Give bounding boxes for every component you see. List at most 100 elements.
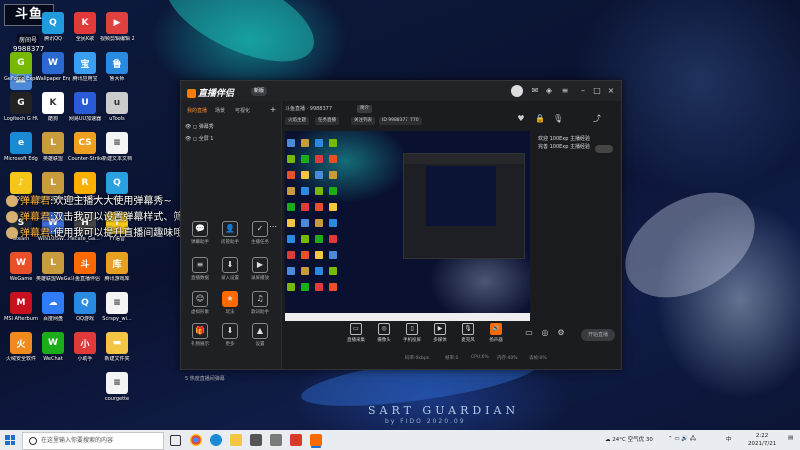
- chat-collapse-toggle[interactable]: [595, 145, 613, 153]
- tool-label: 设置: [255, 342, 265, 347]
- explorer-icon[interactable]: [230, 434, 242, 446]
- close-icon[interactable]: ×: [607, 87, 615, 95]
- toolbox-item[interactable]: ☺ 虚拟形象: [187, 291, 213, 315]
- tool-icon: ⬇: [222, 257, 238, 273]
- desktop-icon[interactable]: ▶ 视频剪辑编辑 20210707...: [100, 12, 134, 42]
- desktop-icon[interactable]: W Wallpaper Engine: [36, 52, 70, 82]
- window-titlebar[interactable]: 直播伴侣 新版 ✉ ◈ ≡ – □ ×: [181, 81, 621, 101]
- store-icon[interactable]: [250, 434, 262, 446]
- desktop-icon[interactable]: e Microsoft Edge: [4, 132, 38, 162]
- toolbox-item[interactable]: ▶ 录屏播放: [247, 257, 273, 281]
- task-view-icon[interactable]: [170, 435, 181, 446]
- taskbar-clock[interactable]: 2:22 2021/7/21: [748, 432, 776, 448]
- desktop-icon[interactable]: 鲁鲁大师: [100, 52, 134, 82]
- desktop-icon[interactable]: u uTools: [100, 92, 134, 122]
- desktop-icon[interactable]: Q QQ游戏: [68, 292, 102, 322]
- desktop-icon[interactable]: ▬ 新建文件夹: [100, 332, 134, 362]
- app-icon[interactable]: [270, 434, 282, 446]
- source-tool-button[interactable]: 🎙 麦克风: [453, 323, 483, 343]
- add-icon[interactable]: +: [269, 106, 277, 114]
- douyu-taskbar-icon[interactable]: [310, 434, 322, 446]
- desktop-icon[interactable]: CS Counter-Strike Global Off...: [68, 132, 102, 162]
- tool-icon: ▶: [252, 257, 268, 273]
- ime-indicator[interactable]: 中: [726, 435, 732, 443]
- toolbox-item[interactable]: ⬇ 更多: [217, 323, 243, 347]
- desktop-icon[interactable]: Q 腾讯QQ: [36, 12, 70, 42]
- version-badge[interactable]: 新版: [251, 87, 268, 96]
- header-chip[interactable]: 任务直播: [315, 117, 339, 125]
- desktop-icon[interactable]: G GeForce Experience: [4, 52, 38, 82]
- lock-icon[interactable]: 🔒: [535, 115, 545, 123]
- room-tool-icon[interactable]: ♥: [517, 115, 525, 123]
- live-preview[interactable]: [285, 131, 530, 321]
- notification-icon[interactable]: ▤: [788, 435, 793, 441]
- desktop-icon[interactable]: W WeChat: [36, 332, 70, 362]
- desktop-icon[interactable]: ☁ 百度网盘: [36, 292, 70, 322]
- source-tool-button[interactable]: 🔊 扬声器: [481, 323, 511, 343]
- header-chip[interactable]: 关注列表: [351, 117, 375, 125]
- desktop-icon[interactable]: L 英雄联盟WeGame版: [36, 252, 70, 282]
- chrome-icon[interactable]: [190, 434, 202, 446]
- edge-icon[interactable]: [210, 434, 222, 446]
- menu-icon[interactable]: ≡: [561, 87, 569, 95]
- desktop-icon[interactable]: 宝腾讯应用宝: [68, 52, 102, 82]
- toolbox-item[interactable]: 💬 弹幕助手: [187, 221, 213, 245]
- intro-chip[interactable]: 简介: [357, 105, 372, 113]
- app-icon: ▬: [106, 332, 128, 354]
- toolbox-item[interactable]: ♫ 歌词助手: [247, 291, 273, 315]
- toolbox-item[interactable]: ★ 玩法: [217, 291, 243, 315]
- red-app-icon[interactable]: [290, 434, 302, 446]
- scene-item[interactable]: 👁 ◻ 全屏 1: [185, 135, 213, 142]
- source-tool-button[interactable]: ▯ 手机投屏: [397, 323, 427, 343]
- desktop-icon[interactable]: U 网易UU加速器: [68, 92, 102, 122]
- maximize-icon[interactable]: □: [593, 87, 601, 95]
- settings-icon[interactable]: ⚙: [557, 329, 565, 337]
- desktop-icon[interactable]: ≡ 新建文本文档: [100, 132, 134, 162]
- desktop-icon[interactable]: 小小助手: [68, 332, 102, 362]
- windows-start-icon[interactable]: [5, 435, 15, 445]
- preview-mini-icon: [329, 203, 337, 211]
- source-tool-button[interactable]: ◎ 摄像头: [369, 323, 399, 343]
- mail-icon[interactable]: ✉: [531, 87, 539, 95]
- tab-my-live[interactable]: 我的直播: [187, 107, 207, 114]
- desktop-icon[interactable]: K 全民K歌: [68, 12, 102, 42]
- toolbox-item[interactable]: ⬇ 录入设置: [217, 257, 243, 281]
- desktop-icon[interactable]: 火火绒安全软件: [4, 332, 38, 362]
- tray-icons[interactable]: ⌃ ▭ 🔊 🖧: [668, 435, 696, 444]
- start-live-button[interactable]: 开始直播: [581, 329, 615, 341]
- weather-tray[interactable]: ☁ 24°C 空气优 30: [605, 435, 653, 443]
- minimize-icon[interactable]: –: [579, 87, 587, 95]
- screenshot-icon[interactable]: ◎: [541, 329, 549, 337]
- toolbox-item[interactable]: 🎁 礼物展示: [187, 323, 213, 347]
- header-chip[interactable]: 火焰主题: [285, 117, 309, 125]
- toolbox-item[interactable]: ▲ 设置: [247, 323, 273, 347]
- preview-mini-icon: [301, 203, 309, 211]
- desktop-icon[interactable]: K 酷狗: [36, 92, 70, 122]
- app-icon: 库: [106, 252, 128, 274]
- scene-item[interactable]: 👁 ◻ 弹幕秀: [185, 123, 214, 130]
- source-tool-button[interactable]: ▭ 直播采集: [341, 323, 371, 343]
- toolbox-item[interactable]: ≡ 直播数据: [187, 257, 213, 281]
- desktop-icon[interactable]: M MSI Afterburner: [4, 292, 38, 322]
- taskbar-search-input[interactable]: 在这里输入你要搜索的内容: [22, 432, 164, 450]
- share-icon[interactable]: ⤴: [593, 115, 601, 123]
- toolbox-item[interactable]: 👤 房管助手: [217, 221, 243, 245]
- record-icon[interactable]: ▭: [525, 329, 533, 337]
- app-icon: e: [10, 132, 32, 154]
- desktop-icon[interactable]: L 英雄联盟: [36, 132, 70, 162]
- streaming-app-window[interactable]: 直播伴侣 新版 ✉ ◈ ≡ – □ × 我的直播 场景 可视化 + 👁 ◻ 弹幕…: [180, 80, 622, 382]
- toolbox-item[interactable]: ✓ 主播任务: [247, 221, 273, 245]
- tool-icon: ☺: [192, 291, 208, 307]
- desktop-icon[interactable]: ≡ courgette: [100, 372, 134, 402]
- mic-icon[interactable]: 🎙: [553, 115, 563, 123]
- desktop-icon[interactable]: 库腾讯游戏库: [100, 252, 134, 282]
- desktop-icon[interactable]: W WeGame: [4, 252, 38, 282]
- desktop-icon[interactable]: ≡ Scrspy_wi...: [100, 292, 134, 322]
- tab-scene[interactable]: 场景: [215, 107, 225, 114]
- desktop-icon[interactable]: 斗斗鱼直播伴侣: [68, 252, 102, 282]
- tab-visual[interactable]: 可视化: [235, 107, 250, 114]
- desktop-icon[interactable]: G Logitech G HUB: [4, 92, 38, 122]
- user-avatar[interactable]: [511, 85, 523, 97]
- skin-icon[interactable]: ◈: [545, 87, 553, 95]
- source-tool-button[interactable]: ▶ 多媒体: [425, 323, 455, 343]
